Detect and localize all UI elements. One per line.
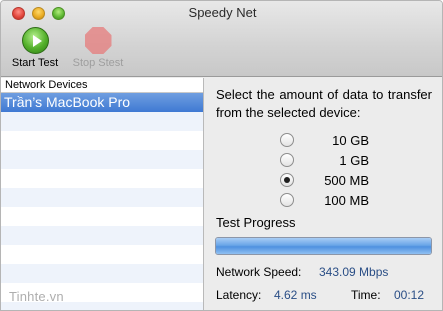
device-list-header: Network Devices (1, 78, 203, 93)
speed-label: Network Speed: (216, 265, 302, 279)
stop-test-button[interactable]: Stop Stest (67, 27, 129, 69)
option-100mb[interactable]: 100 MB (279, 191, 379, 211)
empty-row (1, 188, 203, 207)
start-test-button[interactable]: Start Test (7, 27, 63, 69)
empty-row (1, 169, 203, 188)
play-icon (21, 27, 49, 54)
latency-value: 4.62 ms (274, 288, 317, 302)
empty-row (1, 150, 203, 169)
speed-value: 343.09 Mbps (319, 265, 389, 279)
empty-row (1, 207, 203, 226)
progress-fill (216, 238, 431, 254)
option-500mb[interactable]: 500 MB (279, 171, 379, 191)
start-test-label: Start Test (11, 57, 59, 69)
option-label: 1 GB (339, 153, 369, 168)
progress-title: Test Progress (216, 215, 296, 230)
radio-button-checked[interactable] (280, 173, 294, 187)
empty-row (1, 112, 203, 131)
latency-label: Latency: (216, 288, 262, 302)
titlebar: Speedy Net Start Test Stop Stest (1, 1, 442, 77)
window-title: Speedy Net (188, 5, 257, 20)
progress-bar (215, 237, 432, 255)
empty-row (1, 264, 203, 283)
stop-test-label: Stop Stest (72, 57, 124, 69)
data-amount-options: 10 GB 1 GB 500 MB 100 MB (279, 131, 379, 211)
radio-button[interactable] (280, 153, 294, 167)
empty-row (1, 245, 203, 264)
settings-panel: Select the amount of data to transfer fr… (205, 78, 442, 310)
watermark: Tinhte.vn (9, 289, 64, 304)
option-label: 100 MB (324, 193, 369, 208)
empty-row (1, 131, 203, 150)
time-value: 00:12 (394, 288, 425, 302)
stop-icon (84, 27, 112, 54)
app-window: Speedy Net Start Test Stop Stest Network… (0, 0, 443, 311)
data-amount-prompt: Select the amount of data to transfer fr… (216, 87, 432, 120)
time-label: Time: (351, 288, 381, 302)
empty-row (1, 226, 203, 245)
option-1gb[interactable]: 1 GB (279, 151, 379, 171)
radio-button[interactable] (280, 193, 294, 207)
radio-button[interactable] (280, 133, 294, 147)
option-10gb[interactable]: 10 GB (279, 131, 379, 151)
device-list: Network Devices Trần’s MacBook Pro (1, 78, 204, 310)
device-rows: Trần’s MacBook Pro (1, 93, 203, 310)
option-label: 500 MB (324, 173, 369, 188)
option-label: 10 GB (332, 133, 369, 148)
device-row-selected[interactable]: Trần’s MacBook Pro (1, 93, 203, 112)
